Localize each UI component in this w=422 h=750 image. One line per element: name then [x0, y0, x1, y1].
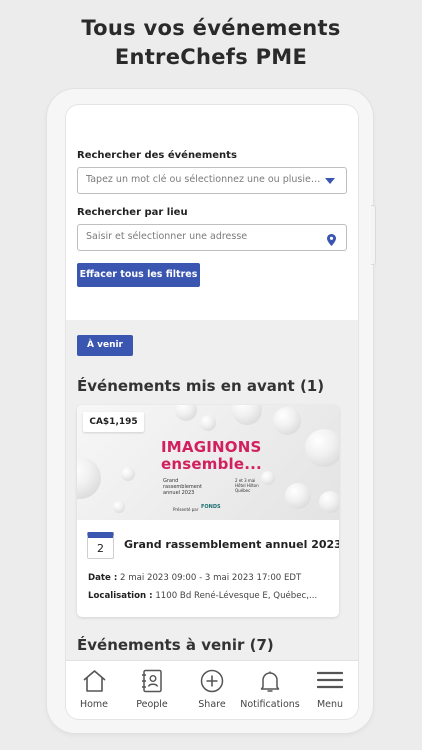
- decor-sphere: [200, 415, 216, 431]
- banner-headline-line-1: IMAGINONS: [161, 438, 262, 456]
- event-location-value: 1100 Bd René-Lévesque E, Québec,...: [152, 591, 318, 601]
- decor-sphere: [175, 405, 197, 421]
- search-events-placeholder: Tapez un mot clé ou sélectionnez une ou …: [86, 174, 321, 185]
- price-badge: CA$1,195: [83, 412, 144, 432]
- decor-sphere: [319, 491, 339, 513]
- sponsor-logo: FONDS: [201, 504, 221, 510]
- banner-headline-line-2: ensemble...: [161, 455, 262, 473]
- decor-sphere: [232, 405, 262, 425]
- location-search-placeholder: Saisir et sélectionner une adresse: [86, 231, 248, 242]
- plus-circle-icon: [200, 669, 224, 693]
- decor-sphere: [261, 471, 275, 485]
- tab-home[interactable]: Home: [66, 661, 122, 719]
- tab-people-label: People: [136, 699, 168, 710]
- location-search-input[interactable]: Saisir et sélectionner une adresse: [77, 224, 347, 251]
- filters-panel: Rechercher des événements Tapez un mot c…: [66, 105, 358, 320]
- phone-side-button: [371, 205, 376, 265]
- event-date-value: 2 mai 2023 09:00 - 3 mai 2023 17:00 EDT: [117, 573, 302, 583]
- upcoming-filter-tag[interactable]: À venir: [77, 335, 133, 356]
- events-section: À venir Événements mis en avant (1) CA$1…: [66, 320, 358, 665]
- event-location: Localisation : 1100 Bd René-Lévesque E, …: [88, 591, 317, 601]
- featured-event-card[interactable]: CA$1,195 IMAGINONS ensemble... Grand ras…: [77, 405, 339, 617]
- search-events-label: Rechercher des événements: [77, 150, 237, 161]
- calendar-date-badge: 2: [87, 532, 114, 559]
- decor-sphere: [113, 501, 125, 513]
- upcoming-events-heading: Événements à venir (7): [77, 636, 274, 654]
- clear-filters-button[interactable]: Effacer tous les filtres: [77, 263, 200, 287]
- event-location-label: Localisation :: [88, 591, 153, 601]
- decor-sphere: [121, 467, 135, 481]
- featured-events-heading: Événements mis en avant (1): [77, 377, 325, 395]
- promo-title-line-2: EntreChefs PME: [114, 45, 308, 69]
- chevron-down-icon: [325, 178, 335, 184]
- event-date: Date : 2 mai 2023 09:00 - 3 mai 2023 17:…: [88, 573, 301, 583]
- location-search-label: Rechercher par lieu: [77, 207, 188, 218]
- bell-icon: [260, 671, 280, 692]
- tab-home-label: Home: [79, 699, 109, 710]
- event-day: 2: [97, 542, 104, 555]
- decor-sphere: [285, 483, 311, 509]
- banner-subtitle: Grand rassemblement annuel 2023: [163, 478, 202, 496]
- tab-menu-label: Menu: [316, 699, 344, 710]
- home-icon: [83, 670, 106, 692]
- tab-notifications[interactable]: Notifications: [240, 661, 300, 719]
- decor-sphere: [77, 457, 101, 499]
- tab-menu[interactable]: Menu: [302, 661, 358, 719]
- tab-share[interactable]: Share: [184, 661, 240, 719]
- event-banner-image: CA$1,195 IMAGINONS ensemble... Grand ras…: [77, 405, 339, 520]
- app-screen: Rechercher des événements Tapez un mot c…: [65, 104, 359, 720]
- banner-venue: 2 et 3 mai Hôtel Hilton Québec: [235, 478, 259, 493]
- decor-sphere: [273, 407, 301, 435]
- event-date-label: Date :: [88, 573, 118, 583]
- event-title[interactable]: Grand rassemblement annuel 2023: [124, 538, 339, 551]
- banner-subtitle-line-3: annuel 2023: [163, 490, 195, 496]
- hamburger-menu-icon: [317, 671, 343, 689]
- decor-sphere: [305, 429, 339, 467]
- banner-venue-line-3: Québec: [235, 488, 251, 493]
- bottom-tab-bar: Home People Share Notifications Menu: [66, 660, 358, 719]
- tab-share-label: Share: [198, 699, 226, 710]
- banner-headline: IMAGINONS ensemble...: [161, 439, 262, 473]
- contacts-book-icon: [142, 669, 162, 693]
- tab-notifications-label: Notifications: [240, 699, 300, 710]
- search-events-dropdown[interactable]: Tapez un mot clé ou sélectionnez une ou …: [77, 167, 347, 194]
- banner-presented-by: Présenté par: [173, 507, 199, 512]
- promo-title-line-1: Tous vos événements: [81, 16, 341, 40]
- tab-people[interactable]: People: [124, 661, 180, 719]
- map-pin-icon: [327, 231, 336, 250]
- promo-title: Tous vos événements EntreChefs PME: [0, 14, 422, 72]
